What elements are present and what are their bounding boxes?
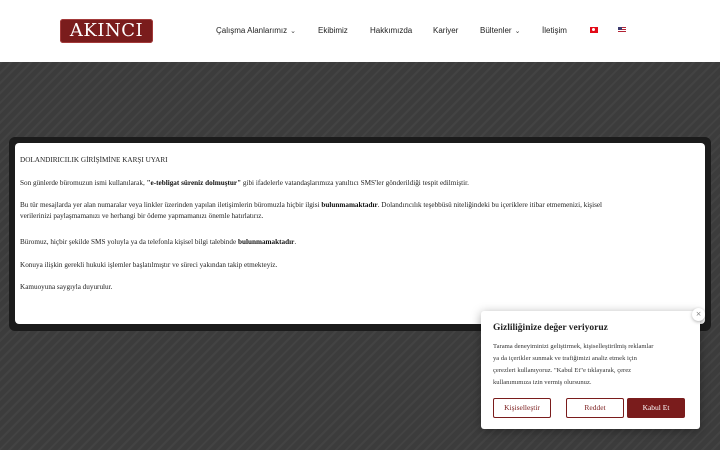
notice-paragraph: Son günlerde büromuzun ismi kullanılarak… xyxy=(20,179,469,187)
notice-closing: Kamuoyuna saygıyla duyurulur. xyxy=(20,283,113,291)
notice-paragraph: Bu tür mesajlarda yer alan numaralar vey… xyxy=(20,201,603,220)
cookie-consent-banner: × Gizliliğinize değer veriyoruz Tarama d… xyxy=(481,308,705,429)
nav-item-label: Kariyer xyxy=(433,26,459,35)
nav-item-calisma-alanlarimiz[interactable]: Çalışma Alanlarımız ⌄ xyxy=(216,25,296,38)
us-flag-icon[interactable] xyxy=(618,27,626,33)
nav-item-kariyer[interactable]: Kariyer xyxy=(433,25,458,37)
nav-item-iletisim[interactable]: İletişim xyxy=(542,25,567,37)
reject-button[interactable]: Reddet xyxy=(566,398,624,418)
nav-item-bultenler[interactable]: Bültenler ⌄ xyxy=(480,25,520,38)
fraud-warning-notice: DOLANDIRICILIK GİRİŞİMİNE KARŞI UYARI So… xyxy=(15,143,705,324)
cookie-description: Tarama deneyiminizi geliştirmek, kişisel… xyxy=(493,343,654,386)
nav-item-label: Hakkımızda xyxy=(370,26,413,35)
customize-button[interactable]: Kişiselleştir xyxy=(493,398,551,418)
close-icon[interactable]: × xyxy=(692,308,705,321)
nav-item-ekibimiz[interactable]: Ekibimiz xyxy=(318,25,348,37)
nav-item-label: Ekibimiz xyxy=(318,26,348,35)
notice-title: DOLANDIRICILIK GİRİŞİMİNE KARŞI UYARI xyxy=(20,156,168,164)
accept-button[interactable]: Kabul Et xyxy=(627,398,685,418)
chevron-down-icon: ⌄ xyxy=(290,28,297,35)
nav-item-hakkimizda[interactable]: Hakkımızda xyxy=(370,25,412,37)
akinci-logo[interactable]: AKINCI xyxy=(60,19,153,43)
nav-item-label: Çalışma Alanlarımız xyxy=(216,26,288,35)
site-header: AKINCI Çalışma Alanlarımız ⌄ Ekibimiz Hak… xyxy=(0,0,720,62)
nav-item-label: İletişim xyxy=(542,26,567,35)
tr-flag-icon[interactable] xyxy=(590,27,598,33)
chevron-down-icon: ⌄ xyxy=(514,28,521,35)
notice-paragraph: Büromuz, hiçbir şekilde SMS yoluyla ya d… xyxy=(20,238,297,246)
cookie-title: Gizliliğinize değer veriyoruz xyxy=(493,323,608,333)
nav-item-label: Bültenler xyxy=(480,26,512,35)
notice-paragraph: Konuya ilişkin gerekli hukuki işlemler b… xyxy=(20,261,278,269)
